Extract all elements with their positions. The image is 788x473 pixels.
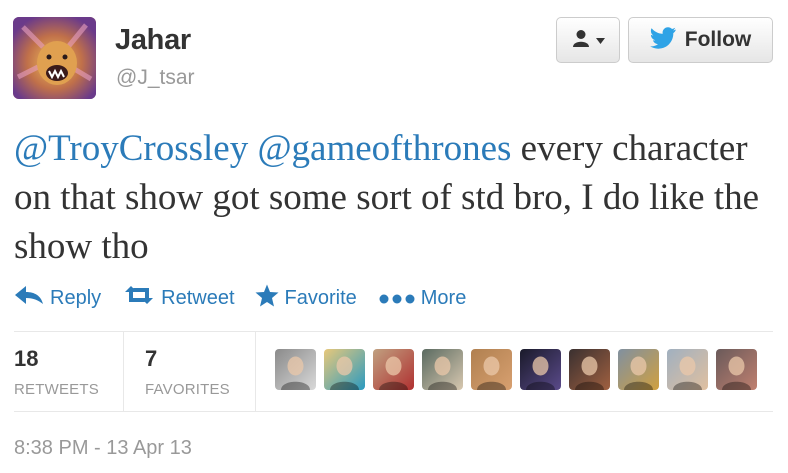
favoriter-avatar[interactable] <box>373 349 414 390</box>
favorites-count: 7 <box>145 346 158 371</box>
twitter-bird-icon <box>649 26 676 54</box>
favoriter-avatar[interactable] <box>569 349 610 390</box>
mention-link[interactable]: @TroyCrossley <box>14 128 248 169</box>
chevron-down-icon <box>595 31 605 49</box>
favorites-stat[interactable]: 7 FAVORITES <box>145 346 230 398</box>
avatar[interactable] <box>13 17 96 99</box>
user-icon <box>572 29 590 52</box>
favoriter-avatar[interactable] <box>716 349 757 390</box>
follow-button[interactable]: Follow <box>628 17 773 63</box>
retweet-label: Retweet <box>161 286 235 309</box>
star-icon <box>255 284 285 313</box>
favoriter-avatar[interactable] <box>324 349 365 390</box>
divider <box>14 411 773 412</box>
favoriter-avatar[interactable] <box>618 349 659 390</box>
favoriter-avatar[interactable] <box>275 349 316 390</box>
favoriters-list <box>275 349 757 390</box>
reply-label: Reply <box>50 286 102 309</box>
tweet-timestamp[interactable]: 8:38 PM - 13 Apr 13 <box>14 437 192 460</box>
retweet-button[interactable]: Retweet <box>123 285 235 311</box>
favoriter-avatar[interactable] <box>471 349 512 390</box>
tweet-text: @TroyCrossley @gameofthrones every chara… <box>14 124 774 271</box>
favorites-label: FAVORITES <box>145 381 230 398</box>
author-handle[interactable]: @J_tsar <box>116 66 195 90</box>
more-label: More <box>420 286 467 309</box>
reply-button[interactable]: Reply <box>14 285 101 311</box>
more-dots-icon <box>379 287 421 310</box>
more-button[interactable]: More <box>379 286 467 310</box>
retweets-label: RETWEETS <box>14 381 99 398</box>
retweets-count: 18 <box>14 346 39 371</box>
follow-label: Follow <box>684 28 752 51</box>
author-name[interactable]: Jahar <box>115 24 191 57</box>
mention-link[interactable]: @gameofthrones <box>257 128 511 169</box>
favoriter-avatar[interactable] <box>520 349 561 390</box>
user-actions-dropdown-button[interactable] <box>556 17 620 63</box>
retweets-stat[interactable]: 18 RETWEETS <box>14 346 99 398</box>
favorite-button[interactable]: Favorite <box>255 284 357 313</box>
tweet-actions: Reply Retweet Favorite More <box>14 283 466 313</box>
stat-separator <box>123 331 124 411</box>
stat-separator <box>255 331 256 411</box>
retweet-icon <box>123 285 161 311</box>
divider <box>14 331 773 332</box>
favoriter-avatar[interactable] <box>667 349 708 390</box>
reply-icon <box>14 285 50 311</box>
favorite-label: Favorite <box>284 286 357 309</box>
favoriter-avatar[interactable] <box>422 349 463 390</box>
